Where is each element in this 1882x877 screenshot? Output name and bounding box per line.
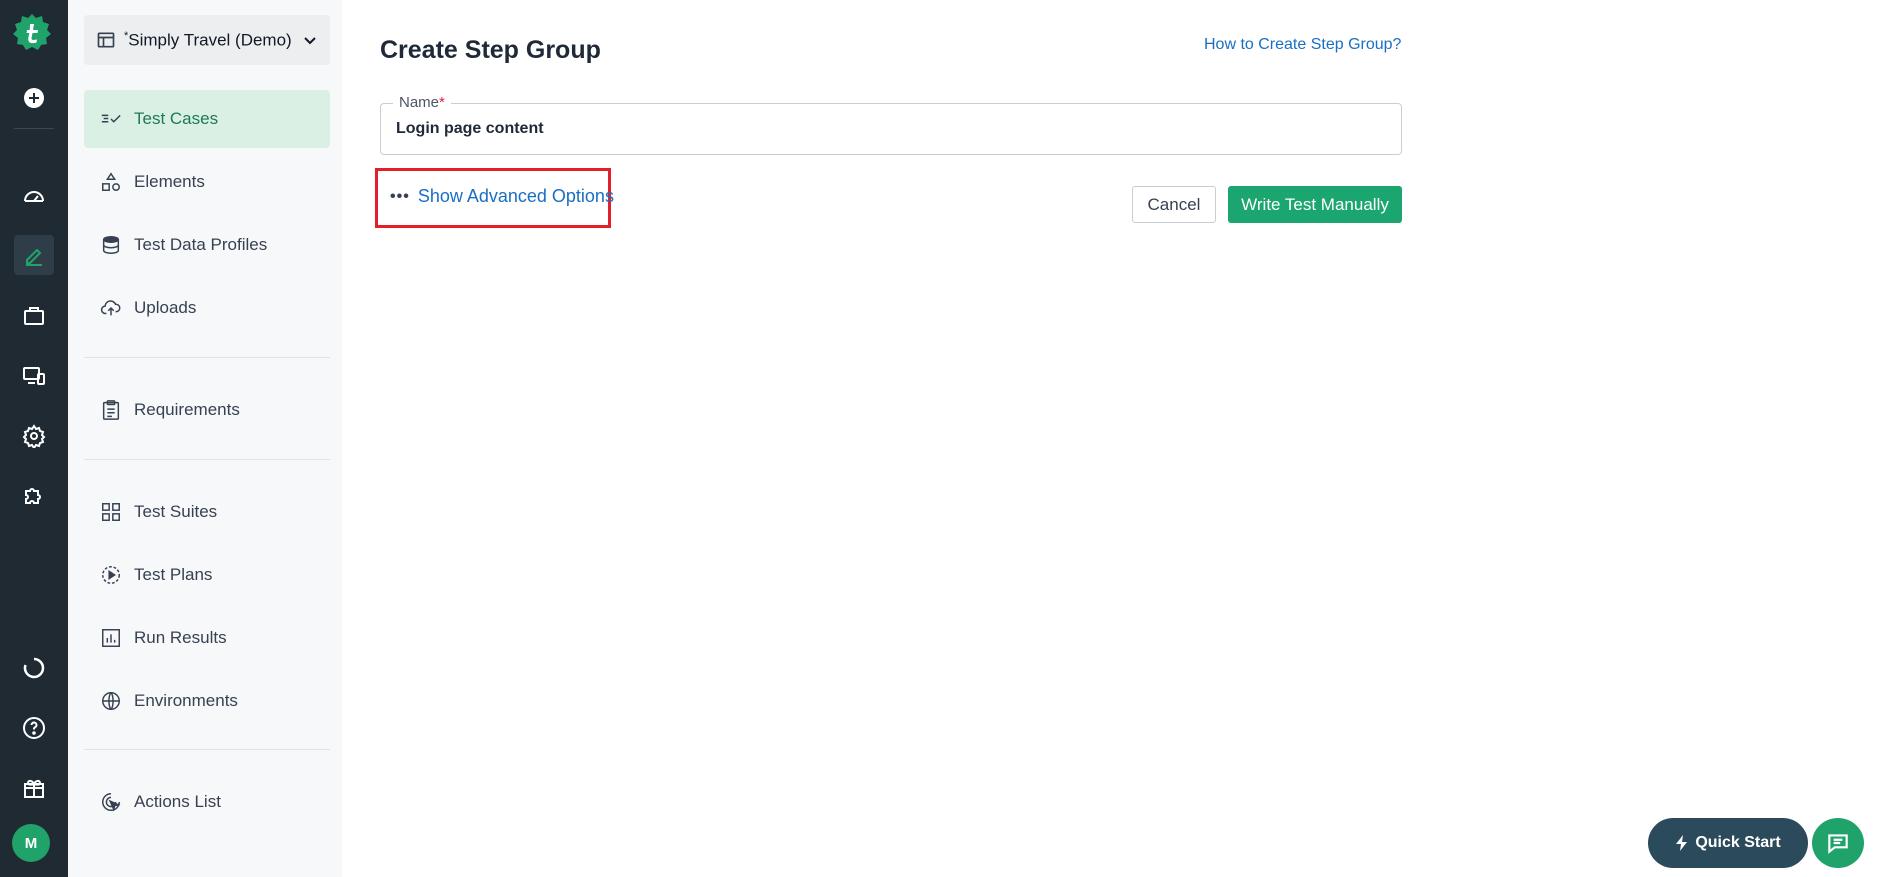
dashboard-icon[interactable] [14, 176, 54, 216]
elements-icon [102, 172, 120, 191]
sidebar-item-elements[interactable]: Elements [84, 153, 330, 211]
add-icon[interactable] [14, 78, 54, 118]
logo-icon[interactable] [12, 12, 52, 52]
sidebar-item-label: Requirements [134, 400, 240, 419]
sidebar-item-label: Test Plans [134, 565, 213, 584]
show-advanced-options-link[interactable]: ••• Show Advanced Options [390, 186, 614, 207]
project-selector[interactable]: *Simply Travel (Demo) [84, 15, 330, 65]
test-cases-icon [101, 114, 121, 123]
sidebar-item-requirements[interactable]: Requirements [84, 381, 330, 439]
sidebar-item-test-suites[interactable]: Test Suites [84, 483, 330, 541]
sidebar-item-label: Run Results [134, 628, 227, 647]
sidebar-item-test-data-profiles[interactable]: Test Data Profiles [84, 216, 330, 274]
sidebar-item-label: Actions List [134, 792, 221, 811]
devices-icon[interactable] [14, 356, 54, 396]
grid-icon [102, 503, 120, 521]
database-icon [102, 236, 120, 254]
project-name: *Simply Travel (Demo) [124, 29, 292, 50]
sidebar-divider [84, 459, 330, 460]
quick-start-button[interactable]: Quick Start [1648, 818, 1808, 868]
help-icon[interactable] [14, 708, 54, 748]
edit-icon[interactable] [14, 235, 54, 275]
sidebar-item-environments[interactable]: Environments [84, 672, 330, 730]
name-input[interactable] [396, 116, 1376, 142]
more-dots-icon: ••• [390, 187, 410, 205]
sidebar-item-test-plans[interactable]: Test Plans [84, 546, 330, 604]
sidebar-item-label: Test Data Profiles [134, 235, 268, 254]
sidebar: *Simply Travel (Demo) Test Cases Element… [68, 0, 342, 877]
play-circle-icon [102, 566, 120, 584]
sidebar-item-test-cases[interactable]: Test Cases [84, 90, 330, 148]
help-link[interactable]: How to Create Step Group? [1204, 36, 1401, 54]
icon-rail: M [0, 0, 68, 877]
main-content: Create Step Group How to Create Step Gro… [342, 0, 1882, 877]
gift-icon[interactable] [14, 768, 54, 808]
cursor-click-icon [102, 793, 121, 812]
name-field-label: Name* [393, 94, 451, 111]
quick-start-label: Quick Start [1695, 834, 1781, 851]
sidebar-item-run-results[interactable]: Run Results [84, 609, 330, 667]
chat-button[interactable] [1812, 818, 1864, 868]
briefcase-icon[interactable] [14, 296, 54, 336]
sidebar-item-label: Test Cases [134, 109, 219, 128]
sidebar-item-label: Uploads [134, 298, 197, 317]
sidebar-divider [84, 357, 330, 358]
write-test-manually-button[interactable]: Write Test Manually [1228, 186, 1402, 223]
chevron-down-icon [304, 37, 316, 45]
settings-icon[interactable] [14, 416, 54, 456]
sidebar-item-uploads[interactable]: Uploads [84, 279, 330, 337]
cloud-upload-icon [100, 300, 121, 316]
sidebar-item-label: Environments [134, 691, 238, 710]
show-advanced-options-label: Show Advanced Options [417, 186, 614, 206]
cancel-button[interactable]: Cancel [1132, 186, 1216, 223]
required-marker: * [439, 94, 445, 111]
bar-chart-icon [102, 629, 120, 647]
project-icon [97, 32, 115, 48]
clipboard-icon [102, 400, 120, 420]
rail-divider [14, 128, 54, 129]
page-title: Create Step Group [380, 36, 601, 64]
sidebar-divider [84, 749, 330, 750]
avatar[interactable]: M [12, 824, 50, 862]
lightning-icon [1676, 835, 1688, 851]
name-field: Name* [380, 94, 1402, 155]
addons-icon[interactable] [14, 476, 54, 516]
sidebar-item-actions-list[interactable]: Actions List [84, 773, 330, 831]
refresh-icon[interactable] [14, 648, 54, 688]
sidebar-item-label: Elements [134, 172, 205, 191]
sidebar-item-label: Test Suites [134, 502, 218, 521]
globe-icon [102, 692, 120, 710]
chat-icon [1828, 834, 1848, 854]
